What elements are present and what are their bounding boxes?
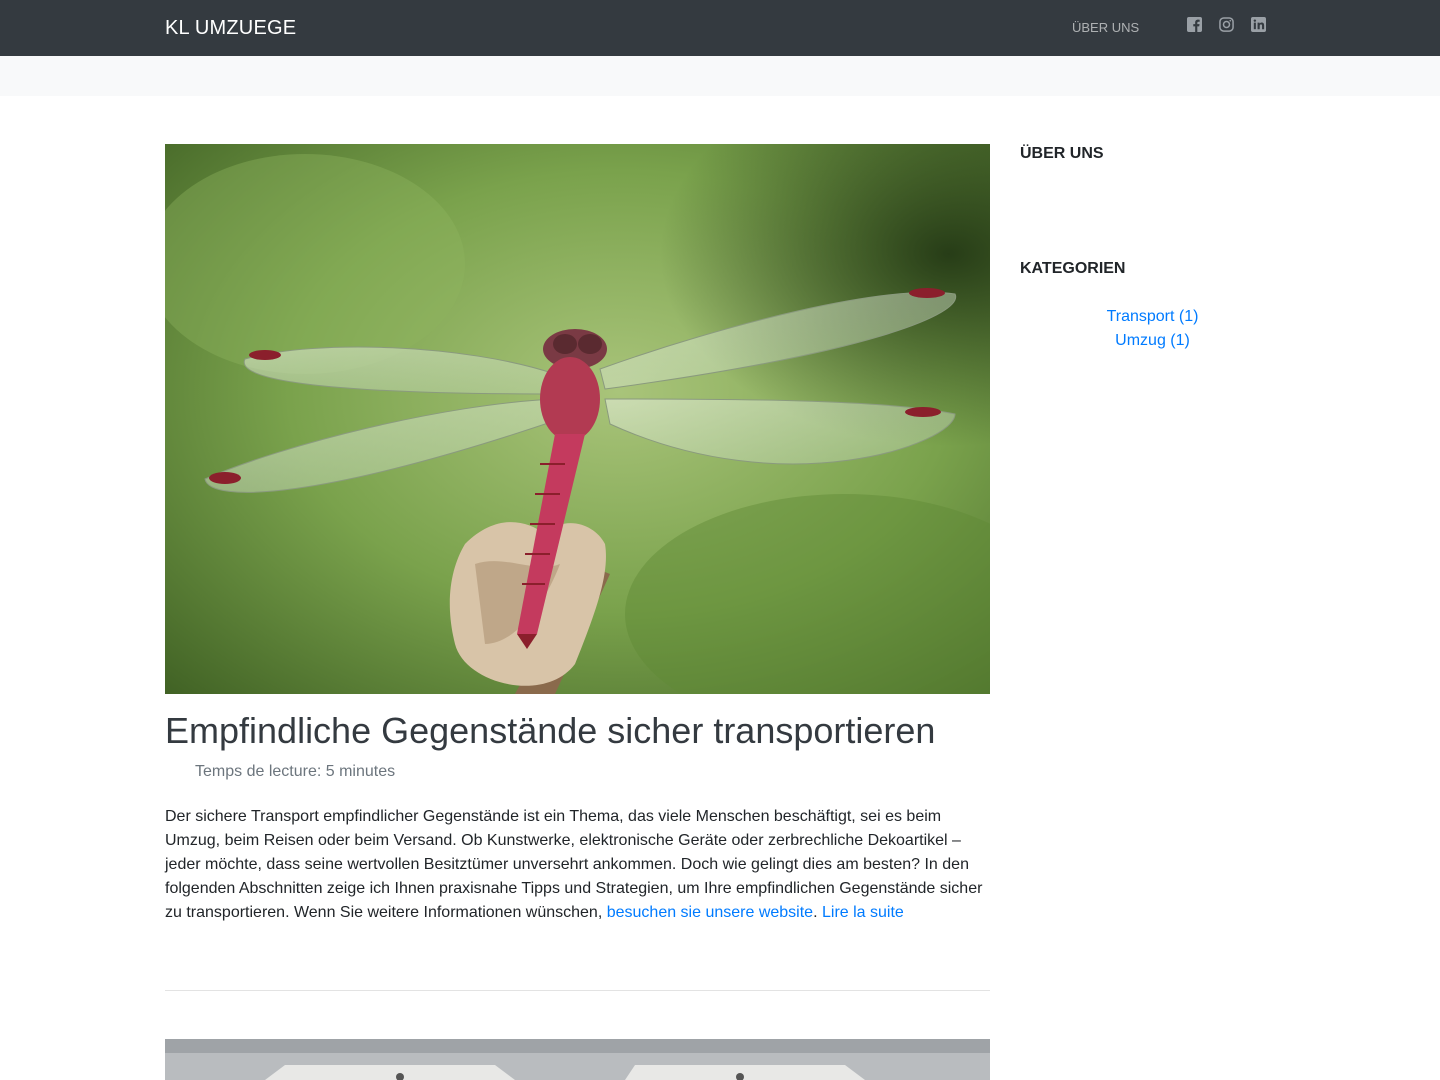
category-link-umzug[interactable]: Umzug (1)	[1115, 332, 1190, 349]
visit-website-link[interactable]: besuchen sie unsere website	[607, 904, 813, 921]
linkedin-icon[interactable]	[1251, 17, 1266, 32]
next-post-featured-image[interactable]	[165, 1039, 990, 1080]
facebook-icon[interactable]	[1187, 17, 1202, 32]
sidebar-about-heading: ÜBER UNS	[1020, 145, 1104, 162]
read-more-link[interactable]: Lire la suite	[822, 904, 904, 921]
post-divider	[165, 990, 990, 991]
instagram-icon[interactable]	[1219, 17, 1234, 32]
category-list: Transport (1) Umzug (1)	[1020, 305, 1285, 353]
top-navbar: KL UMZUEGE ÜBER UNS	[0, 0, 1440, 56]
reading-time: Temps de lecture: 5 minutes	[195, 763, 396, 780]
category-link-transport[interactable]: Transport (1)	[1107, 308, 1199, 325]
post-title[interactable]: Empfindliche Gegenstände sicher transpor…	[165, 710, 990, 752]
nav-link-ueber-uns[interactable]: ÜBER UNS	[1072, 20, 1139, 35]
sub-header-bar	[0, 56, 1440, 96]
sidebar-categories-heading: KATEGORIEN	[1020, 260, 1126, 277]
category-item: Transport (1)	[1020, 305, 1285, 329]
site-brand-link[interactable]: KL UMZUEGE	[165, 17, 296, 39]
category-item: Umzug (1)	[1020, 329, 1285, 353]
post-excerpt: Der sichere Transport empfindlicher Gege…	[165, 805, 990, 925]
post-featured-image-dragonfly[interactable]	[165, 144, 990, 694]
excerpt-period: .	[813, 904, 818, 921]
